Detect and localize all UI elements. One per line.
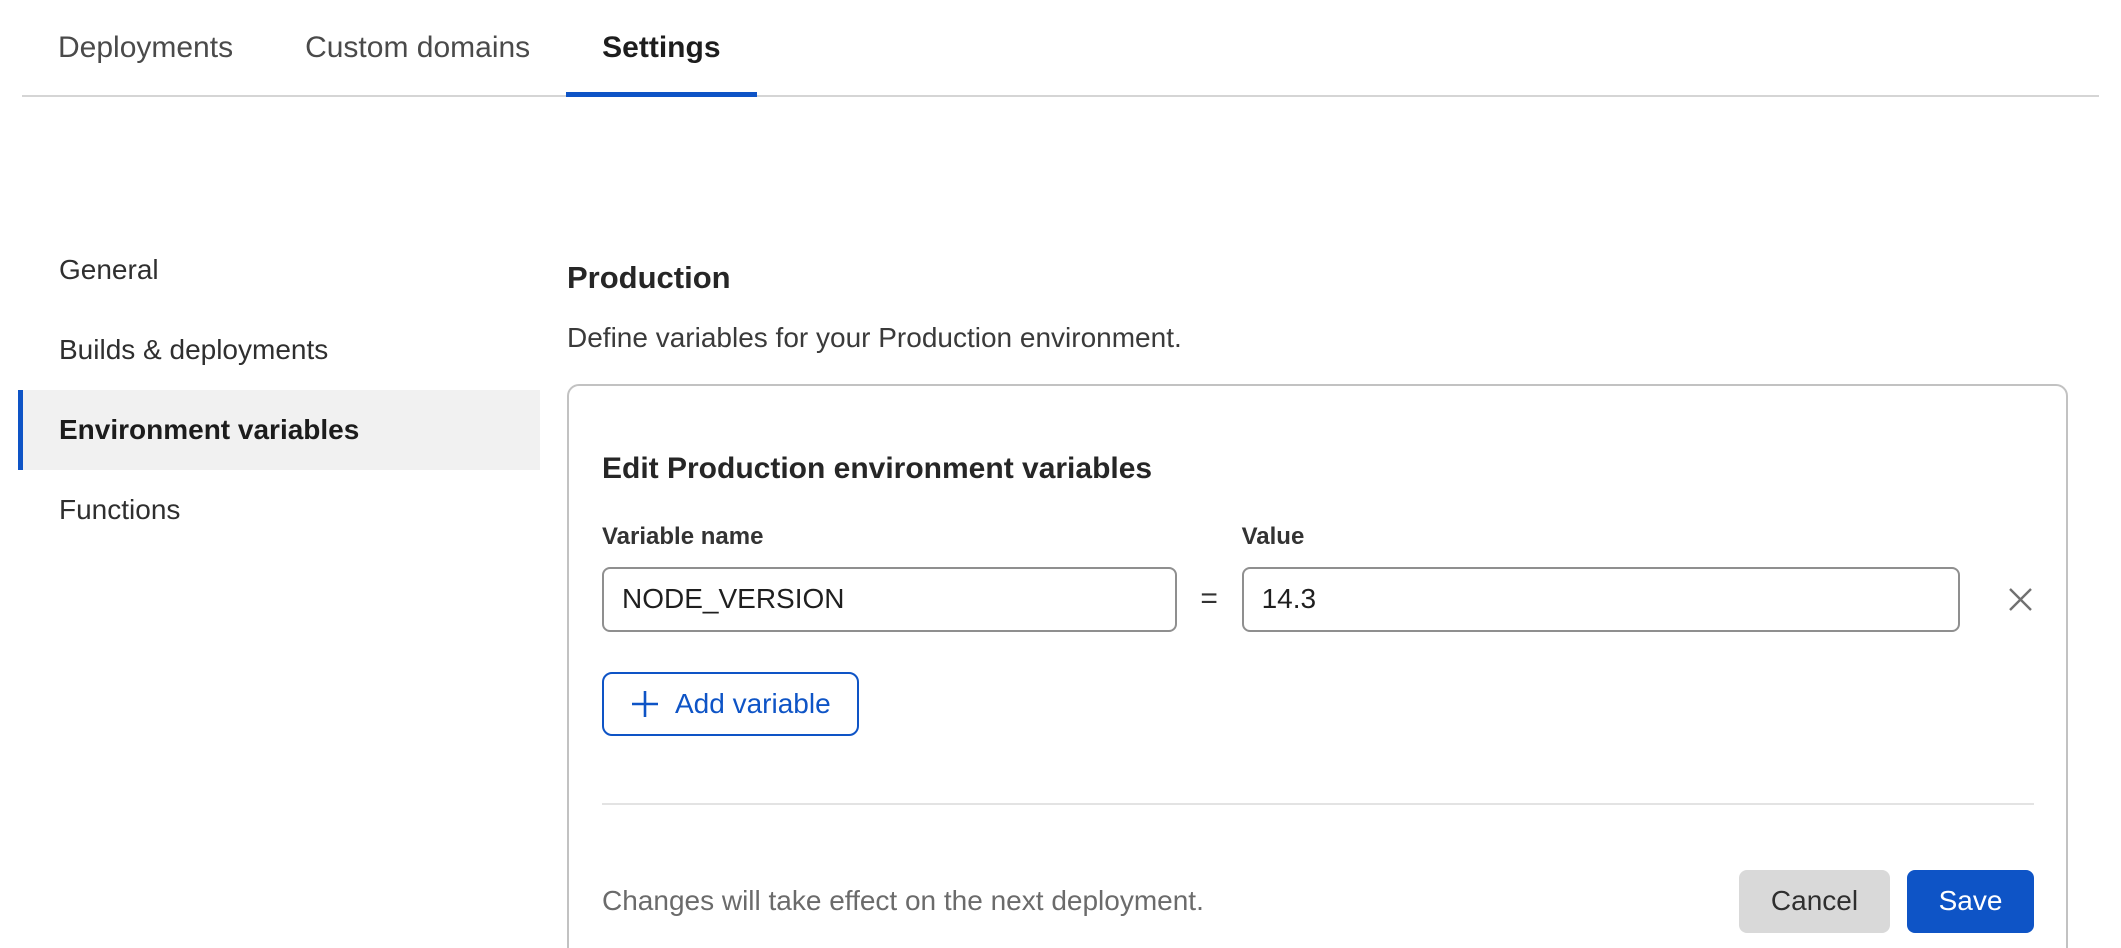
save-button[interactable]: Save xyxy=(1907,870,2034,933)
sidebar-item-general[interactable]: General xyxy=(18,230,540,310)
sidebar-item-functions[interactable]: Functions xyxy=(18,470,540,550)
sidebar-item-environment-variables[interactable]: Environment variables xyxy=(18,390,540,470)
card-footer: Changes will take effect on the next dep… xyxy=(602,870,2034,933)
plus-icon xyxy=(630,689,660,719)
settings-sidebar: General Builds & deployments Environment… xyxy=(18,230,540,948)
sidebar-item-builds-deployments[interactable]: Builds & deployments xyxy=(18,310,540,390)
remove-variable-button[interactable] xyxy=(2007,567,2034,632)
content-area: General Builds & deployments Environment… xyxy=(0,230,2121,948)
tab-settings[interactable]: Settings xyxy=(566,0,756,95)
equals-sign: = xyxy=(1177,567,1242,632)
card-heading: Edit Production environment variables xyxy=(602,451,2034,487)
page-title: Production xyxy=(567,259,2068,297)
card-divider xyxy=(602,803,2034,805)
add-variable-button[interactable]: Add variable xyxy=(602,672,859,736)
tab-bar: Deployments Custom domains Settings xyxy=(22,0,2099,97)
variable-row: Variable name = Value xyxy=(602,522,2034,632)
main-panel: Production Define variables for your Pro… xyxy=(567,230,2068,948)
cancel-button[interactable]: Cancel xyxy=(1739,870,1890,933)
variable-value-group: Value xyxy=(1242,522,1960,632)
tab-deployments[interactable]: Deployments xyxy=(22,0,269,95)
variable-name-input[interactable] xyxy=(602,567,1177,632)
environment-variables-card: Edit Production environment variables Va… xyxy=(567,384,2068,948)
tab-custom-domains[interactable]: Custom domains xyxy=(269,0,566,95)
close-icon xyxy=(2007,586,2034,613)
page-subtitle: Define variables for your Production env… xyxy=(567,321,2068,355)
add-variable-label: Add variable xyxy=(675,688,831,720)
variable-name-group: Variable name xyxy=(602,522,1177,632)
deployment-note: Changes will take effect on the next dep… xyxy=(602,885,1739,917)
variable-value-input[interactable] xyxy=(1242,567,1960,632)
variable-name-label: Variable name xyxy=(602,522,1177,551)
value-label: Value xyxy=(1242,522,1960,551)
